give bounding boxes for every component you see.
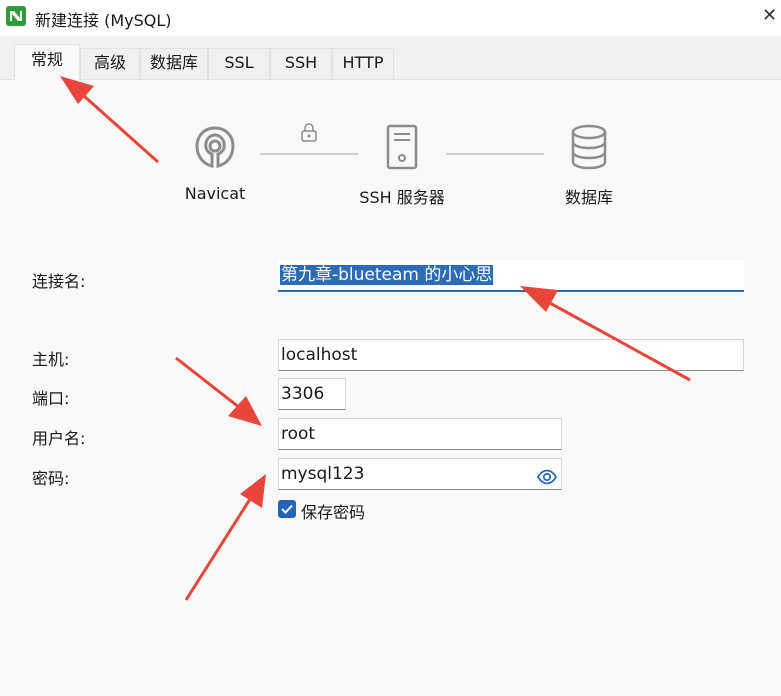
step-navicat-label: Navicat [184,184,246,203]
step-ssh-server-label: SSH 服务器 [359,188,445,207]
tab-database[interactable]: 数据库 [140,48,208,79]
server-icon [386,124,418,174]
navicat-app-icon [6,6,26,26]
navicat-logo-icon [190,122,240,176]
username-input[interactable]: root [278,418,562,450]
password-label: 密码: [32,469,70,488]
connection-name-value: 第九章-blueteam 的小心思 [280,265,494,285]
save-password-checkbox[interactable] [278,500,296,518]
password-input[interactable]: mysql123 [278,458,562,490]
tab-advanced[interactable]: 高级 [80,48,140,79]
connection-name-label: 连接名: [32,272,86,291]
tab-strip: 常规 高级 数据库 SSL SSH HTTP [0,36,781,80]
port-label: 端口: [32,389,70,408]
connection-name-input[interactable]: 第九章-blueteam 的小心思 [278,260,744,292]
tab-ssl[interactable]: SSL [208,48,270,79]
save-password-label: 保存密码 [301,503,366,522]
step-database-label: 数据库 [564,188,613,207]
connector-line-1 [260,153,358,155]
eye-icon[interactable] [536,465,558,489]
username-label: 用户名: [32,429,86,448]
lock-icon [300,123,318,147]
close-icon[interactable]: ✕ [762,4,781,28]
database-icon [570,124,608,174]
tab-general[interactable]: 常规 [14,44,80,80]
password-value: mysql123 [281,464,365,484]
window-title: 新建连接 (MySQL) [35,11,172,30]
connector-line-2 [446,153,544,155]
port-input[interactable]: 3306 [278,378,346,410]
tab-http[interactable]: HTTP [332,48,394,79]
host-label: 主机: [32,350,70,369]
title-bar: 新建连接 (MySQL) ✕ [0,0,781,36]
tab-ssh[interactable]: SSH [270,48,332,79]
host-input[interactable]: localhost [278,339,744,371]
